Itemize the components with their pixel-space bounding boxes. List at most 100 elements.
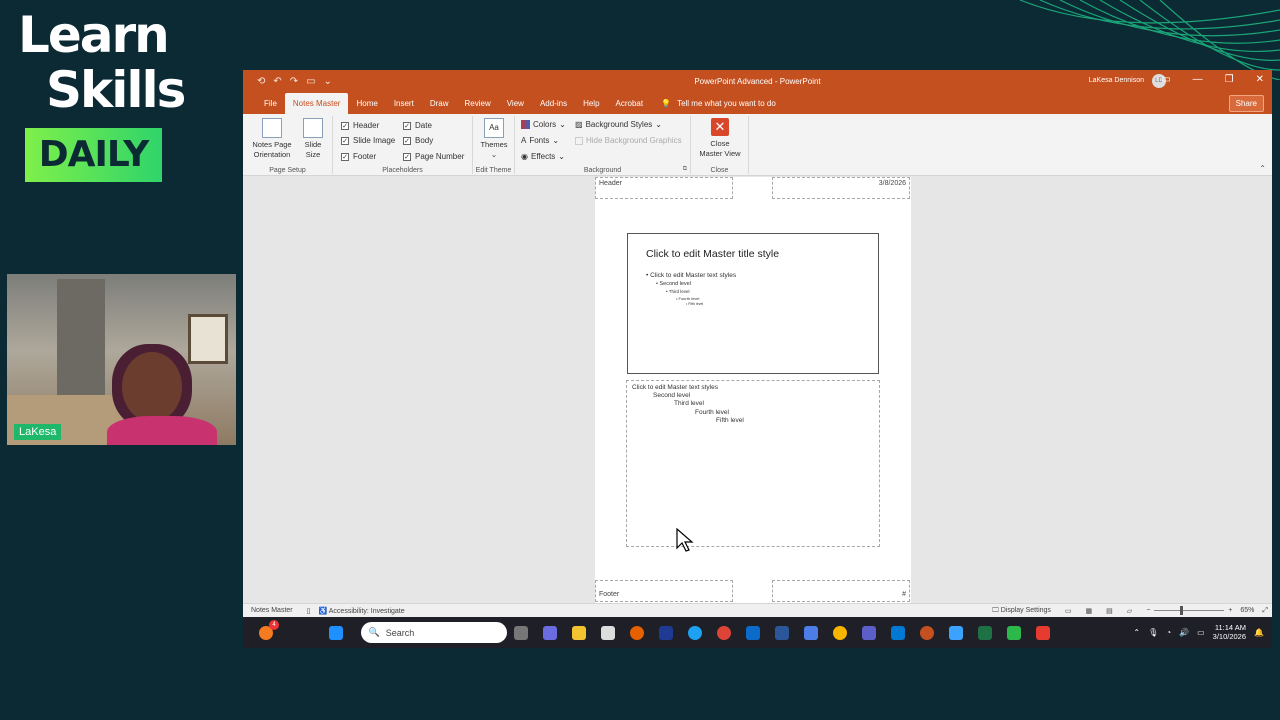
zoom-slider[interactable] xyxy=(1154,606,1225,615)
start-icon[interactable] xyxy=(329,625,343,640)
slide-level-2: • Second level xyxy=(656,281,691,287)
slide-image-checkbox[interactable]: ✓ Slide Image xyxy=(341,136,395,145)
mouse-cursor-icon xyxy=(676,528,694,552)
tell-me-search[interactable]: 💡 Tell me what you want to do xyxy=(661,99,776,108)
notes-body-placeholder[interactable]: Click to edit Master text styles Second … xyxy=(626,380,880,547)
store-icon[interactable] xyxy=(601,625,615,640)
group-edit-theme: Aa Themes ⌄ Edit Theme xyxy=(473,116,515,174)
tab-add-ins[interactable]: Add-ins xyxy=(532,93,575,114)
fit-to-window-icon[interactable]: ⤢ xyxy=(1262,607,1268,615)
minimize-icon[interactable]: — xyxy=(1193,74,1203,85)
display-settings-button[interactable]: 🖵 Display Settings xyxy=(992,607,1051,615)
tab-acrobat[interactable]: Acrobat xyxy=(608,93,652,114)
effects-icon: ◉ xyxy=(521,152,528,161)
file-explorer-icon[interactable] xyxy=(572,625,586,640)
header-checkbox[interactable]: ✓ Header xyxy=(341,121,379,130)
accessibility-status[interactable]: ♿ Accessibility: Investigate xyxy=(318,607,404,615)
tab-review[interactable]: Review xyxy=(457,93,499,114)
chrome-icon[interactable] xyxy=(717,625,731,640)
edge-icon[interactable] xyxy=(688,625,702,640)
taskbar-search[interactable]: 🔍 Search xyxy=(360,622,507,643)
decorative-waves xyxy=(1019,0,1280,80)
effects-button[interactable]: ◉ Effects ⌄ xyxy=(521,152,565,161)
notes-page-orientation-button[interactable]: Notes Page Orientation xyxy=(248,118,296,160)
excel-icon[interactable] xyxy=(978,625,992,640)
zoom-slider-thumb[interactable] xyxy=(1180,606,1184,615)
word-icon[interactable] xyxy=(775,625,789,640)
notepad-icon[interactable] xyxy=(949,625,963,640)
header-placeholder[interactable]: Header xyxy=(595,177,733,199)
tab-draw[interactable]: Draw xyxy=(422,93,457,114)
date-checkbox[interactable]: ✓ Date xyxy=(403,121,432,130)
outlook-mail-icon[interactable] xyxy=(891,625,905,640)
tab-view[interactable]: View xyxy=(499,93,532,114)
footer-checkbox[interactable]: ✓ Footer xyxy=(341,152,376,161)
slide-level-4: • Fourth level xyxy=(676,296,700,301)
slide-size-icon xyxy=(303,118,323,138)
share-button[interactable]: Share xyxy=(1228,95,1264,112)
tab-home[interactable]: Home xyxy=(348,93,385,114)
date-placeholder[interactable]: 3/8/2026 xyxy=(772,177,910,199)
body-checkbox[interactable]: ✓ Body xyxy=(403,136,433,145)
window-controls: ▭ — ❐ ✕ xyxy=(1161,74,1264,85)
snagit-icon[interactable] xyxy=(1036,625,1050,640)
normal-view-icon[interactable]: ▭ xyxy=(1065,607,1072,615)
zoom-in-icon[interactable]: + xyxy=(1228,607,1232,614)
hide-background-graphics-checkbox[interactable]: Hide Background Graphics xyxy=(575,136,682,145)
slide-image-placeholder[interactable]: Click to edit Master title style • Click… xyxy=(627,233,879,374)
background-styles-button[interactable]: ▨ Background Styles ⌄ xyxy=(575,120,662,129)
close-window-icon[interactable]: ✕ xyxy=(1256,74,1264,85)
colors-label: Colors xyxy=(533,120,557,129)
check-icon: ✓ xyxy=(403,152,411,161)
camtasia-icon[interactable] xyxy=(1007,625,1021,640)
bitwarden-icon[interactable] xyxy=(659,625,673,640)
themes-button[interactable]: Aa Themes ⌄ xyxy=(479,118,509,160)
check-icon: ✓ xyxy=(341,152,349,161)
tab-file[interactable]: File xyxy=(256,93,285,114)
slide-sorter-icon[interactable]: ▦ xyxy=(1086,607,1093,615)
windows-taskbar: 4 🔍 Search ⌃ 🎙 ◔ 🔊 ▭ 11:14 AM 3/10/2026 … xyxy=(243,617,1272,648)
teams-icon[interactable] xyxy=(543,625,557,640)
background-label: Background xyxy=(583,167,622,174)
footer-placeholder[interactable]: Footer xyxy=(595,580,733,602)
restore-icon[interactable]: ❐ xyxy=(1225,74,1234,85)
battery-icon[interactable]: ▭ xyxy=(1197,628,1205,637)
notifications-icon[interactable]: 🔔 xyxy=(1254,628,1264,637)
collapse-ribbon-icon[interactable]: ⌃ xyxy=(1259,164,1266,173)
zoom-level[interactable]: 65% xyxy=(1240,607,1254,614)
dialog-launcher-icon[interactable]: ⧉ xyxy=(683,166,687,173)
firefox-icon[interactable] xyxy=(630,625,644,640)
volume-icon[interactable]: 🔊 xyxy=(1179,628,1189,637)
outlook-icon[interactable] xyxy=(746,625,760,640)
zoom-app-icon[interactable] xyxy=(804,625,818,640)
page-number-placeholder[interactable]: # xyxy=(772,580,910,602)
background-styles-label: Background Styles xyxy=(585,120,653,129)
slide-size-button[interactable]: Slide Size xyxy=(299,118,327,160)
spellcheck-icon[interactable]: ▯ xyxy=(307,607,311,615)
reading-view-icon[interactable]: ▤ xyxy=(1106,607,1113,615)
close-master-view-button[interactable]: ✕ Close Master View xyxy=(695,118,745,159)
wifi-icon[interactable]: ◔ xyxy=(1166,628,1171,637)
user-name[interactable]: LaKesa Dennison xyxy=(1089,77,1144,84)
fonts-button[interactable]: A Fonts ⌄ xyxy=(521,136,559,145)
weather-icon[interactable] xyxy=(833,625,847,640)
teams-work-icon[interactable] xyxy=(862,625,876,640)
page-setup-label: Page Setup xyxy=(269,167,306,174)
tab-help[interactable]: Help xyxy=(575,93,607,114)
tab-insert[interactable]: Insert xyxy=(386,93,422,114)
microphone-icon[interactable]: 🎙 xyxy=(1148,628,1158,637)
page-number-checkbox[interactable]: ✓ Page Number xyxy=(403,152,464,161)
slide-level-1-text: Click to edit Master text styles xyxy=(650,272,737,279)
colors-button[interactable]: Colors ⌄ xyxy=(521,120,566,129)
zoom-out-icon[interactable]: − xyxy=(1146,607,1150,614)
chevron-up-icon[interactable]: ⌃ xyxy=(1133,628,1140,637)
tab-notes-master[interactable]: Notes Master xyxy=(284,93,349,114)
slide-size-label-1: Slide xyxy=(304,140,322,149)
slide-title: Click to edit Master title style xyxy=(646,248,780,260)
ribbon-display-icon[interactable]: ▭ xyxy=(1161,74,1170,85)
slideshow-icon[interactable]: ▱ xyxy=(1127,607,1132,615)
clock[interactable]: 11:14 AM 3/10/2026 xyxy=(1213,623,1246,641)
powerpoint-icon[interactable] xyxy=(920,625,934,640)
task-view-icon[interactable] xyxy=(514,625,528,640)
widgets-icon[interactable]: 4 xyxy=(259,619,279,640)
